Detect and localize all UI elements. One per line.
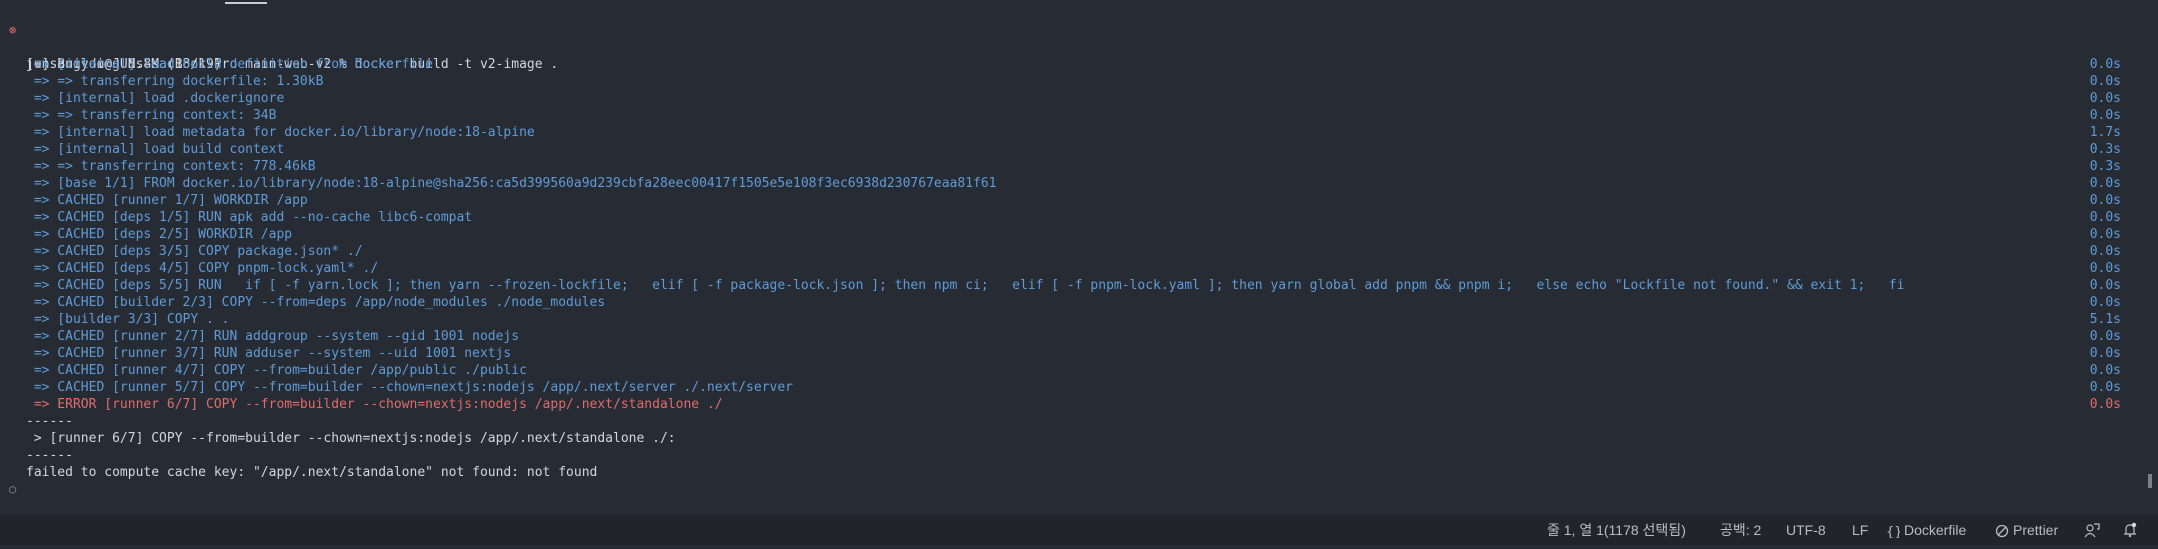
- prohibited-icon: [1995, 518, 2009, 549]
- terminal-panel[interactable]: ⊗ junsangyoo@JUNs-MacBook-Pro main-web-v…: [0, 0, 2158, 532]
- build-step: => => transferring context: 34B 0.0s: [0, 107, 2158, 124]
- step-duration: 0.0s: [2089, 108, 2121, 123]
- build-step: => CACHED [deps 3/5] COPY package.json* …: [0, 243, 2158, 260]
- eol[interactable]: LF: [1852, 515, 1868, 545]
- error-circle-icon[interactable]: ⊗: [9, 22, 16, 39]
- step-duration: 0.0s: [2089, 193, 2121, 208]
- build-step: => CACHED [deps 5/5] RUN if [ -f yarn.lo…: [0, 277, 2158, 294]
- step-text: => ERROR [runner 6/7] COPY --from=builde…: [26, 397, 723, 412]
- build-step: => => transferring dockerfile: 1.30kB 0.0…: [0, 73, 2158, 90]
- build-step: => => transferring context: 778.46kB 0.3s: [0, 158, 2158, 175]
- step-text: => => transferring context: 778.46kB: [26, 159, 316, 174]
- build-step: => CACHED [deps 1/5] RUN apk add --no-ca…: [0, 209, 2158, 226]
- step-text: => CACHED [deps 4/5] COPY pnpm-lock.yaml…: [26, 261, 379, 276]
- prettier-status[interactable]: Prettier: [1995, 515, 2058, 545]
- step-text: => => transferring dockerfile: 1.30kB: [26, 74, 324, 89]
- step-duration: 0.0s: [2089, 397, 2121, 412]
- build-step: => CACHED [deps 4/5] COPY pnpm-lock.yaml…: [0, 260, 2158, 277]
- build-step: => [internal] load build definition from…: [0, 56, 2158, 73]
- step-duration: 0.0s: [2089, 363, 2121, 378]
- build-step: => CACHED [deps 2/5] WORKDIR /app 0.0s: [0, 226, 2158, 243]
- build-step: => [internal] load .dockerignore 0.0s: [0, 90, 2158, 107]
- build-step: => CACHED [runner 3/7] RUN adduser --sys…: [0, 345, 2158, 362]
- step-text: => [base 1/1] FROM docker.io/library/nod…: [26, 176, 997, 191]
- build-step: => [base 1/1] FROM docker.io/library/nod…: [0, 175, 2158, 192]
- active-tab-indicator: [225, 2, 267, 4]
- step-text: => [internal] load build definition from…: [26, 57, 433, 72]
- step-text: => [internal] load build context: [26, 142, 285, 157]
- step-duration: 1.7s: [2089, 125, 2121, 140]
- step-text: => CACHED [deps 3/5] COPY package.json* …: [26, 244, 363, 259]
- step-text: => CACHED [runner 3/7] RUN adduser --sys…: [26, 346, 512, 361]
- braces-icon: {}: [1886, 518, 1903, 549]
- step-duration: 0.0s: [2089, 295, 2121, 310]
- command-line: ⊗ junsangyoo@JUNs-MacBook-Pro main-web-v…: [0, 22, 2158, 72]
- separator: ------: [26, 414, 73, 429]
- build-step: => [internal] load build context 0.3s: [0, 141, 2158, 158]
- cursor-position[interactable]: 줄 1, 열 1(1178 선택됨): [1547, 515, 1686, 545]
- step-duration: 0.0s: [2089, 57, 2121, 72]
- build-step: => [builder 3/3] COPY . . 5.1s: [0, 311, 2158, 328]
- step-duration: 0.0s: [2089, 74, 2121, 89]
- step-duration: 0.0s: [2089, 261, 2121, 276]
- error-step: > [runner 6/7] COPY --from=builder --cho…: [26, 431, 676, 446]
- step-duration: 0.0s: [2089, 278, 2121, 293]
- step-text: => [internal] load metadata for docker.i…: [26, 125, 535, 140]
- step-duration: 0.3s: [2089, 142, 2121, 157]
- step-duration: 0.0s: [2089, 244, 2121, 259]
- circle-icon[interactable]: ○: [9, 481, 16, 498]
- build-step: => CACHED [runner 4/7] COPY --from=build…: [0, 362, 2158, 379]
- step-duration: 0.0s: [2089, 329, 2121, 344]
- separator: ------: [26, 448, 73, 463]
- status-bar: 줄 1, 열 1(1178 선택됨) 공백: 2 UTF-8 LF {} Doc…: [0, 515, 2158, 545]
- step-text: => CACHED [deps 1/5] RUN apk add --no-ca…: [26, 210, 473, 225]
- build-step: => CACHED [runner 1/7] WORKDIR /app 0.0s: [0, 192, 2158, 209]
- indent-setting[interactable]: 공백: 2: [1720, 515, 1761, 545]
- terminal-output: ⊗ junsangyoo@JUNs-MacBook-Pro main-web-v…: [0, 22, 2158, 532]
- step-duration: 0.3s: [2089, 159, 2121, 174]
- step-text: => CACHED [deps 2/5] WORKDIR /app: [26, 227, 293, 242]
- step-text: => [internal] load .dockerignore: [26, 91, 285, 106]
- prompt-line[interactable]: ○ junsangyoo@JUNs-MacBook-Pro main-web-v…: [0, 481, 2158, 532]
- step-text: => CACHED [runner 2/7] RUN addgroup --sy…: [26, 329, 520, 344]
- encoding[interactable]: UTF-8: [1786, 515, 1826, 545]
- step-duration: 0.0s: [2089, 380, 2121, 395]
- step-duration: 0.0s: [2089, 176, 2121, 191]
- step-text: => CACHED [builder 2/3] COPY --from=deps…: [26, 295, 606, 310]
- notification-bell-icon[interactable]: [2122, 515, 2138, 545]
- build-step: => CACHED [builder 2/3] COPY --from=deps…: [0, 294, 2158, 311]
- step-text: => [builder 3/3] COPY . .: [26, 312, 230, 327]
- step-text: => CACHED [deps 5/5] RUN if [ -f yarn.lo…: [26, 278, 1905, 293]
- step-duration: 0.0s: [2089, 91, 2121, 106]
- error-message: failed to compute cache key: "/app/.next…: [26, 465, 598, 480]
- step-text: => CACHED [runner 1/7] WORKDIR /app: [26, 193, 308, 208]
- language-mode[interactable]: {} Dockerfile: [1886, 515, 1966, 545]
- building-summary: [+] Building 8.8s (18/19): [26, 57, 222, 72]
- build-step: => CACHED [runner 2/7] RUN addgroup --sy…: [0, 328, 2158, 345]
- step-duration: 0.0s: [2089, 346, 2121, 361]
- step-text: => CACHED [runner 5/7] COPY --from=build…: [26, 380, 794, 395]
- build-step: => [internal] load metadata for docker.i…: [0, 124, 2158, 141]
- step-text: => => transferring context: 34B: [26, 108, 277, 123]
- build-step: => CACHED [runner 5/7] COPY --from=build…: [0, 379, 2158, 396]
- svg-text:{}: {}: [1886, 525, 1900, 538]
- build-step-error: => ERROR [runner 6/7] COPY --from=builde…: [0, 396, 2158, 413]
- step-duration: 0.0s: [2089, 210, 2121, 225]
- step-text: => CACHED [runner 4/7] COPY --from=build…: [26, 363, 527, 378]
- feedback-icon[interactable]: [2084, 515, 2100, 545]
- step-duration: 5.1s: [2089, 312, 2121, 327]
- scrollbar[interactable]: [2148, 474, 2152, 488]
- step-duration: 0.0s: [2089, 227, 2121, 242]
